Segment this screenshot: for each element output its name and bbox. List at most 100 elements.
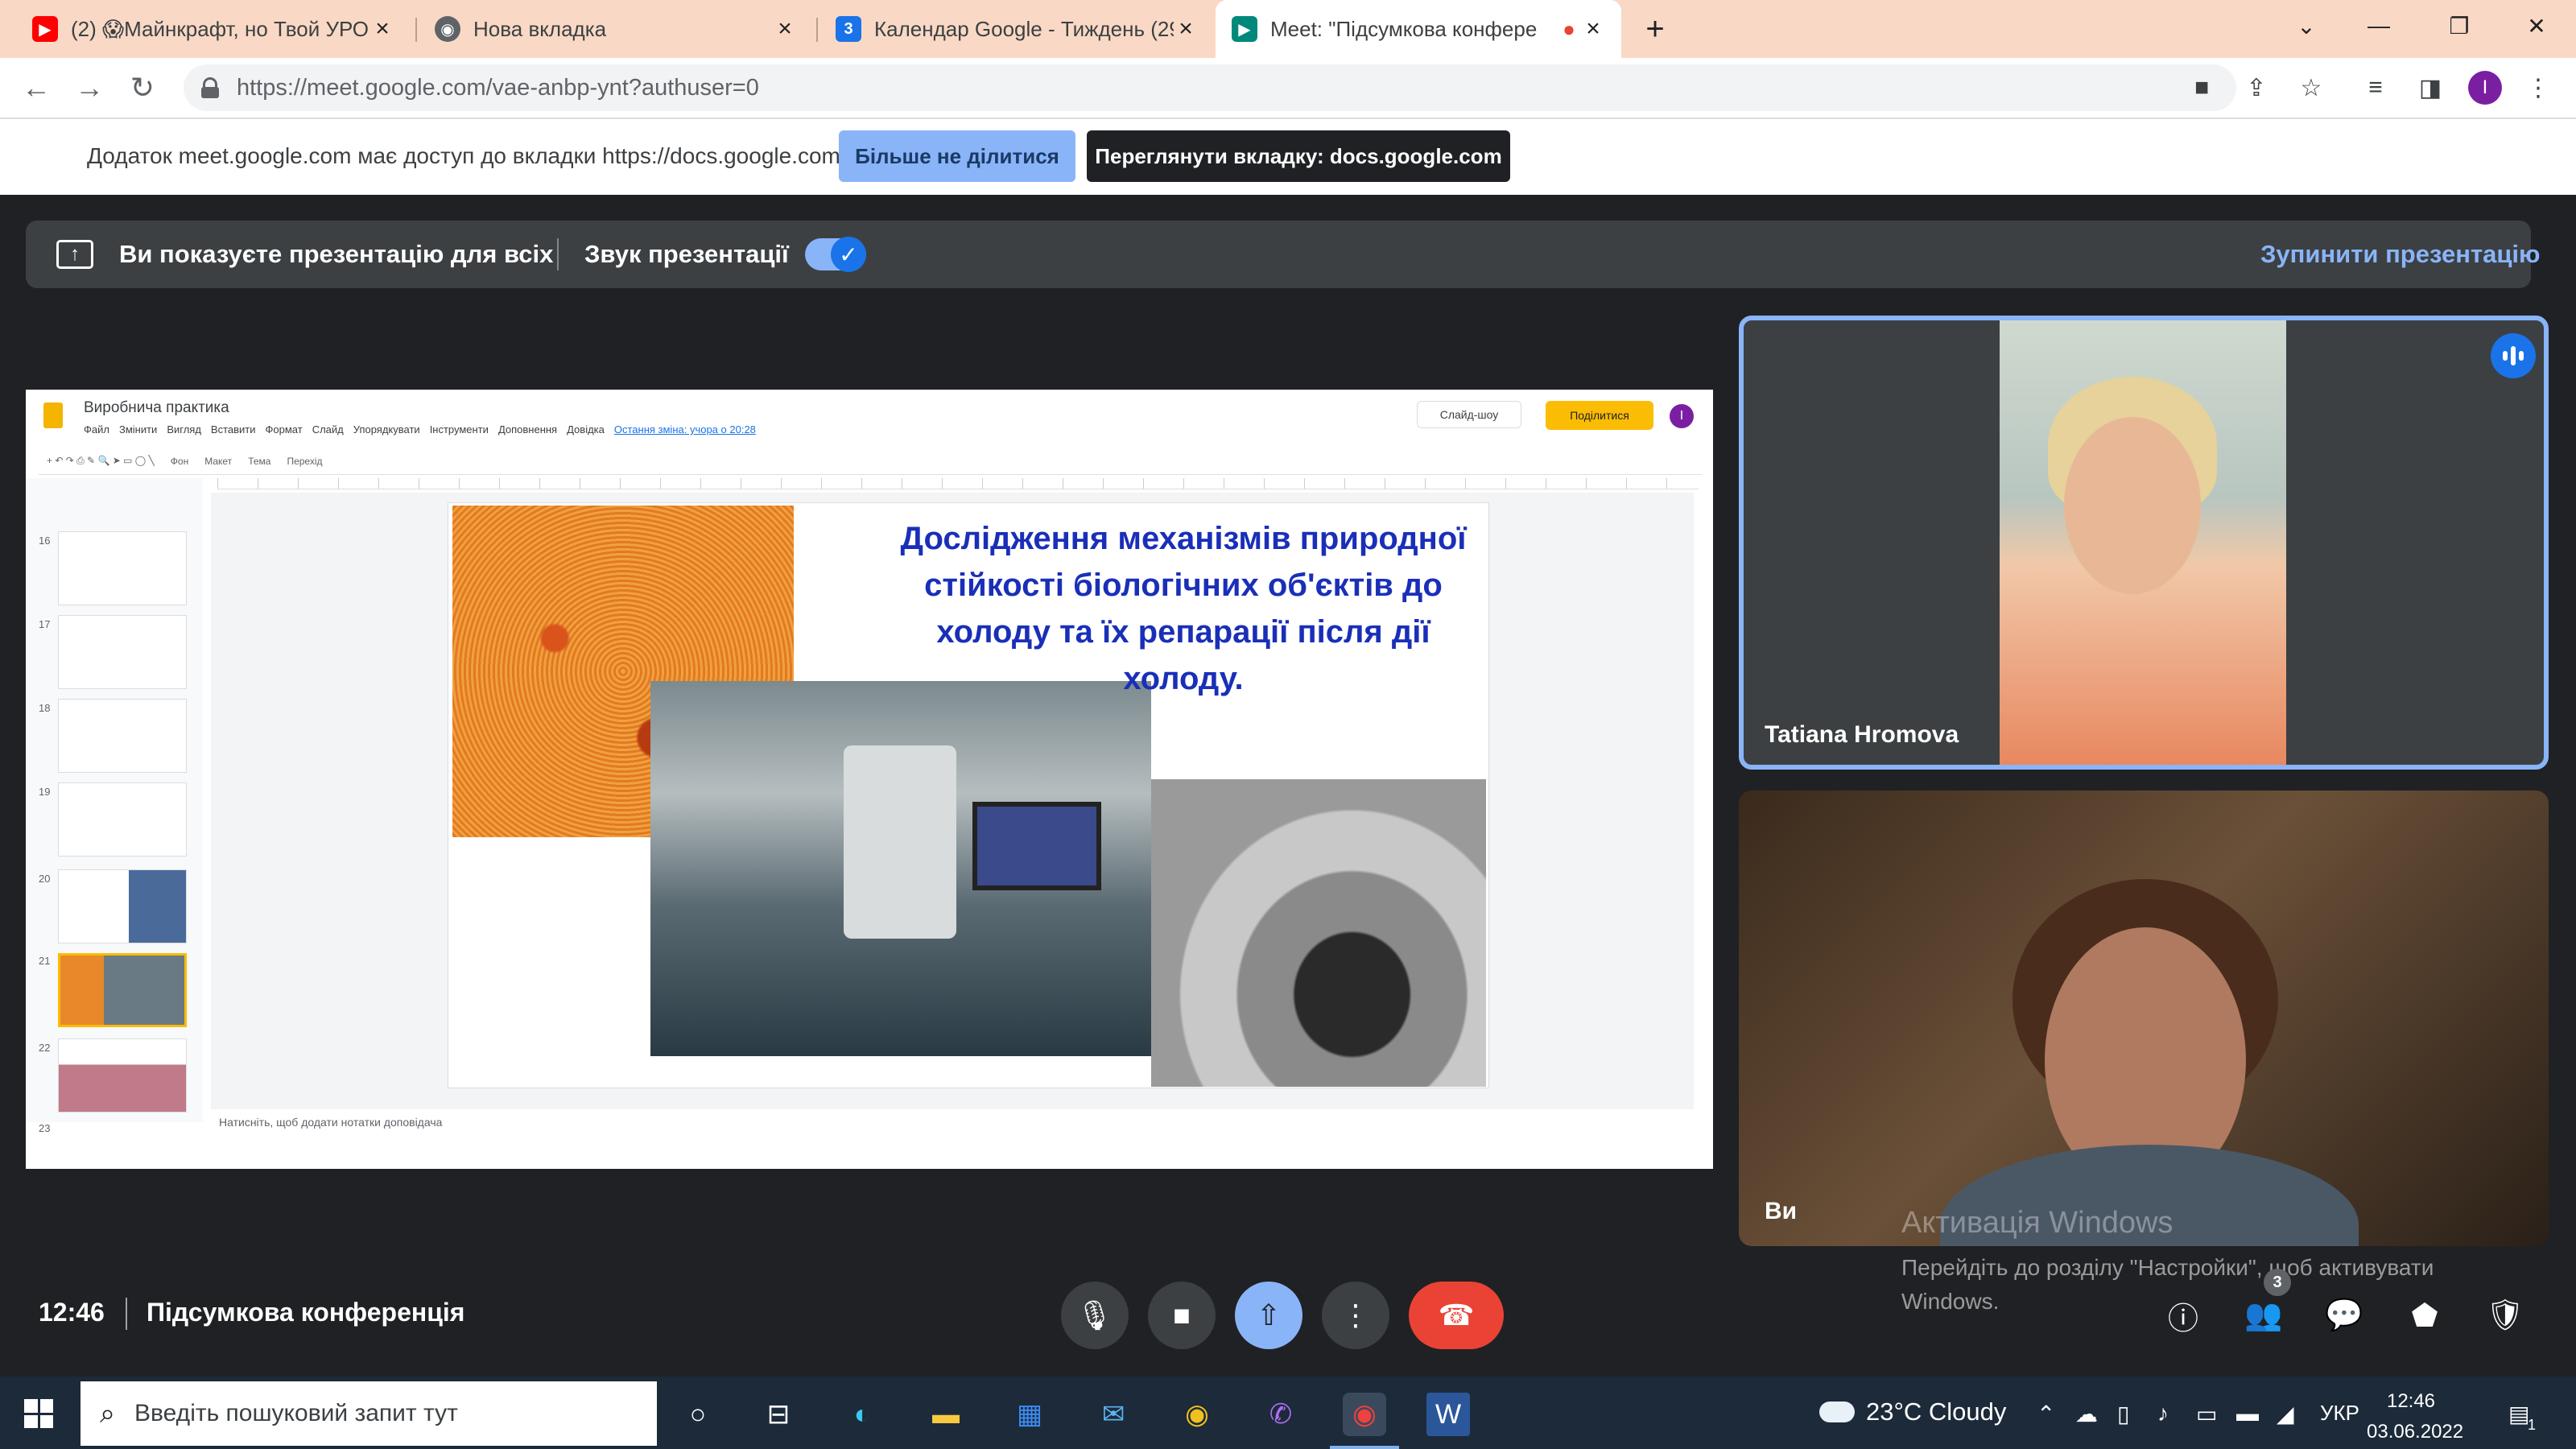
participant-tile-tatiana[interactable] [1739,316,2549,770]
cortana-icon[interactable]: ○ [676,1393,720,1436]
window-close-icon[interactable]: ✕ [2500,0,2573,52]
forward-icon[interactable]: → [69,68,109,108]
tab-youtube[interactable]: ▶ (2) 😱Майнкрафт, но Твой УРОВ × [16,0,411,58]
chrome-active-icon[interactable]: ◉ [1343,1393,1386,1436]
windows-start-icon[interactable] [24,1399,53,1428]
windows-activation-title: Активація Windows [1901,1206,2174,1240]
meeting-details-icon[interactable]: ⓘ [2159,1291,2207,1340]
tab-meet[interactable]: ▶ Meet: "Підсумкова конфере ● × [1216,0,1621,58]
presentation-status: Ви показуєте презентацію для всіх [119,240,554,268]
notification-count: 1 [2528,1417,2537,1433]
camera-button[interactable]: ■ [1148,1282,1216,1349]
slideshow-button: Слайд-шоу [1417,401,1521,428]
tool-transition: Перехід [287,455,323,467]
profile-avatar[interactable]: I [2468,71,2502,105]
people-icon[interactable]: 👥 [2240,1291,2288,1340]
close-icon[interactable]: × [1174,15,1198,43]
tab-label: Календар Google - Тиждень (29 [874,16,1174,41]
slide-thumbnail-current [58,953,187,1027]
onedrive-icon[interactable]: ☁ [2075,1401,2098,1427]
menu-kebab-icon[interactable]: ⋮ [2520,69,2557,106]
language-indicator[interactable]: УКР [2320,1401,2359,1426]
participant-tile-self[interactable] [1739,791,2549,1246]
stop-presentation-button[interactable]: Зупинити презентацію [2260,240,2541,269]
present-icon: ⇧ [1256,1298,1282,1331]
view-tab-button[interactable]: Переглянути вкладку: docs.google.com [1087,130,1510,182]
weather-widget[interactable]: 23°C Cloudy [1819,1397,2006,1426]
mic-icon: 🎙 [1076,1298,1113,1331]
tool-icons: + ↶ ↷ ⎙ ✎ 🔍 ➤ ▭ ◯ ╲ [47,455,155,466]
url-text: https://meet.google.com/vae-anbp-ynt?aut… [237,74,759,101]
reload-icon[interactable]: ↻ [122,68,163,108]
present-button[interactable]: ⇧ [1235,1282,1302,1349]
monitor [972,802,1101,890]
display-icon[interactable]: ▭ [2196,1401,2217,1427]
slide-thumbnail [58,531,187,605]
media-control-icon[interactable]: ≡ [2357,69,2394,106]
host-controls-icon[interactable]: 🛡 [2481,1291,2529,1340]
address-bar[interactable]: https://meet.google.com/vae-anbp-ynt?aut… [184,64,2236,111]
presentation-audio-toggle[interactable]: ✓ [805,237,866,272]
mail-icon[interactable]: ✉ [1092,1393,1135,1436]
wifi-icon[interactable]: ◢ [2277,1401,2294,1427]
chrome-icon: ◉ [435,16,460,42]
last-edit-link: Остання зміна: учора о 20:28 [613,423,756,436]
word-icon[interactable]: W [1426,1393,1470,1436]
slide-thumbnail [58,782,187,857]
tray-chevron-icon[interactable]: ⌃ [2037,1401,2055,1427]
tab-new-tab[interactable]: ◉ Нова вкладка × [419,0,813,58]
edge-icon[interactable]: ◐ [840,1393,884,1436]
file-explorer-icon[interactable]: ▬ [924,1393,968,1436]
chrome-taskbar-icon[interactable]: ◉ [1175,1393,1219,1436]
more-options-button[interactable]: ⋮ [1322,1282,1389,1349]
menu-file: Файл [84,423,109,436]
tab-calendar[interactable]: 3 Календар Google - Тиждень (29 × [819,0,1214,58]
camera-in-use-icon[interactable]: ■ [2183,69,2220,106]
tab-separator [415,18,417,42]
participant-video [2000,320,2286,765]
thumb-number: 20 [39,873,51,885]
tab-search-icon[interactable]: ⌄ [2270,0,2343,52]
task-view-icon[interactable]: ⊟ [757,1393,800,1436]
avatar [2064,417,2201,594]
activities-icon[interactable]: ⬟ [2401,1291,2449,1340]
restore-icon[interactable]: ❐ [2423,0,2496,52]
device-icon[interactable]: ▯ [2117,1401,2129,1427]
slide-thumbnail [58,1038,187,1113]
close-icon[interactable]: × [370,15,394,43]
share-icon[interactable]: ⇪ [2238,69,2275,106]
menu-edit: Змінити [118,423,158,436]
close-icon[interactable]: × [773,15,797,43]
clock-date: 03.06.2022 [2367,1421,2464,1443]
slide-thumbnail [58,699,187,773]
microphone-tray-icon[interactable]: ♪ [2157,1401,2169,1426]
thumb-number: 19 [39,786,51,798]
chat-icon[interactable]: 💬 [2320,1291,2368,1340]
close-icon[interactable]: × [1581,15,1605,43]
thumb-number: 22 [39,1042,51,1054]
thumb-number: 17 [39,618,51,630]
presentation-audio-label: Звук презентації [584,240,789,268]
menu-tools: Інструменти [429,423,489,436]
minimize-icon[interactable]: — [2343,0,2415,52]
tab-label: Meet: "Підсумкова конфере [1270,16,1538,41]
store-icon[interactable]: ▦ [1008,1393,1051,1436]
side-panel-icon[interactable]: ◨ [2412,69,2449,106]
menu-insert: Вставити [210,423,256,436]
doc-title: Виробнича практика [84,399,229,416]
speaker-notes: Натисніть, щоб додати нотатки доповідача [219,1116,443,1129]
taskbar-clock[interactable]: 12:46 03.06.2022 [2367,1386,2464,1447]
battery-icon[interactable]: ▬ [2236,1401,2259,1426]
new-tab-button[interactable]: + [1634,8,1676,50]
notifications-icon[interactable]: ▤ [2508,1401,2529,1427]
mic-button[interactable]: 🎙 [1061,1282,1129,1349]
bookmark-star-icon[interactable]: ☆ [2293,69,2330,106]
taskbar-search-input[interactable]: ⌕ Введіть пошуковий запит тут [80,1381,657,1446]
leave-call-button[interactable]: ☎ [1409,1282,1504,1349]
back-icon[interactable]: ← [16,68,56,108]
participant-name: Tatiana Hromova [1765,721,1959,748]
viber-icon[interactable]: ✆ [1259,1393,1302,1436]
tool-theme: Тема [248,455,271,467]
stop-sharing-button[interactable]: Більше не ділитися [839,130,1075,182]
youtube-icon: ▶ [32,16,58,42]
